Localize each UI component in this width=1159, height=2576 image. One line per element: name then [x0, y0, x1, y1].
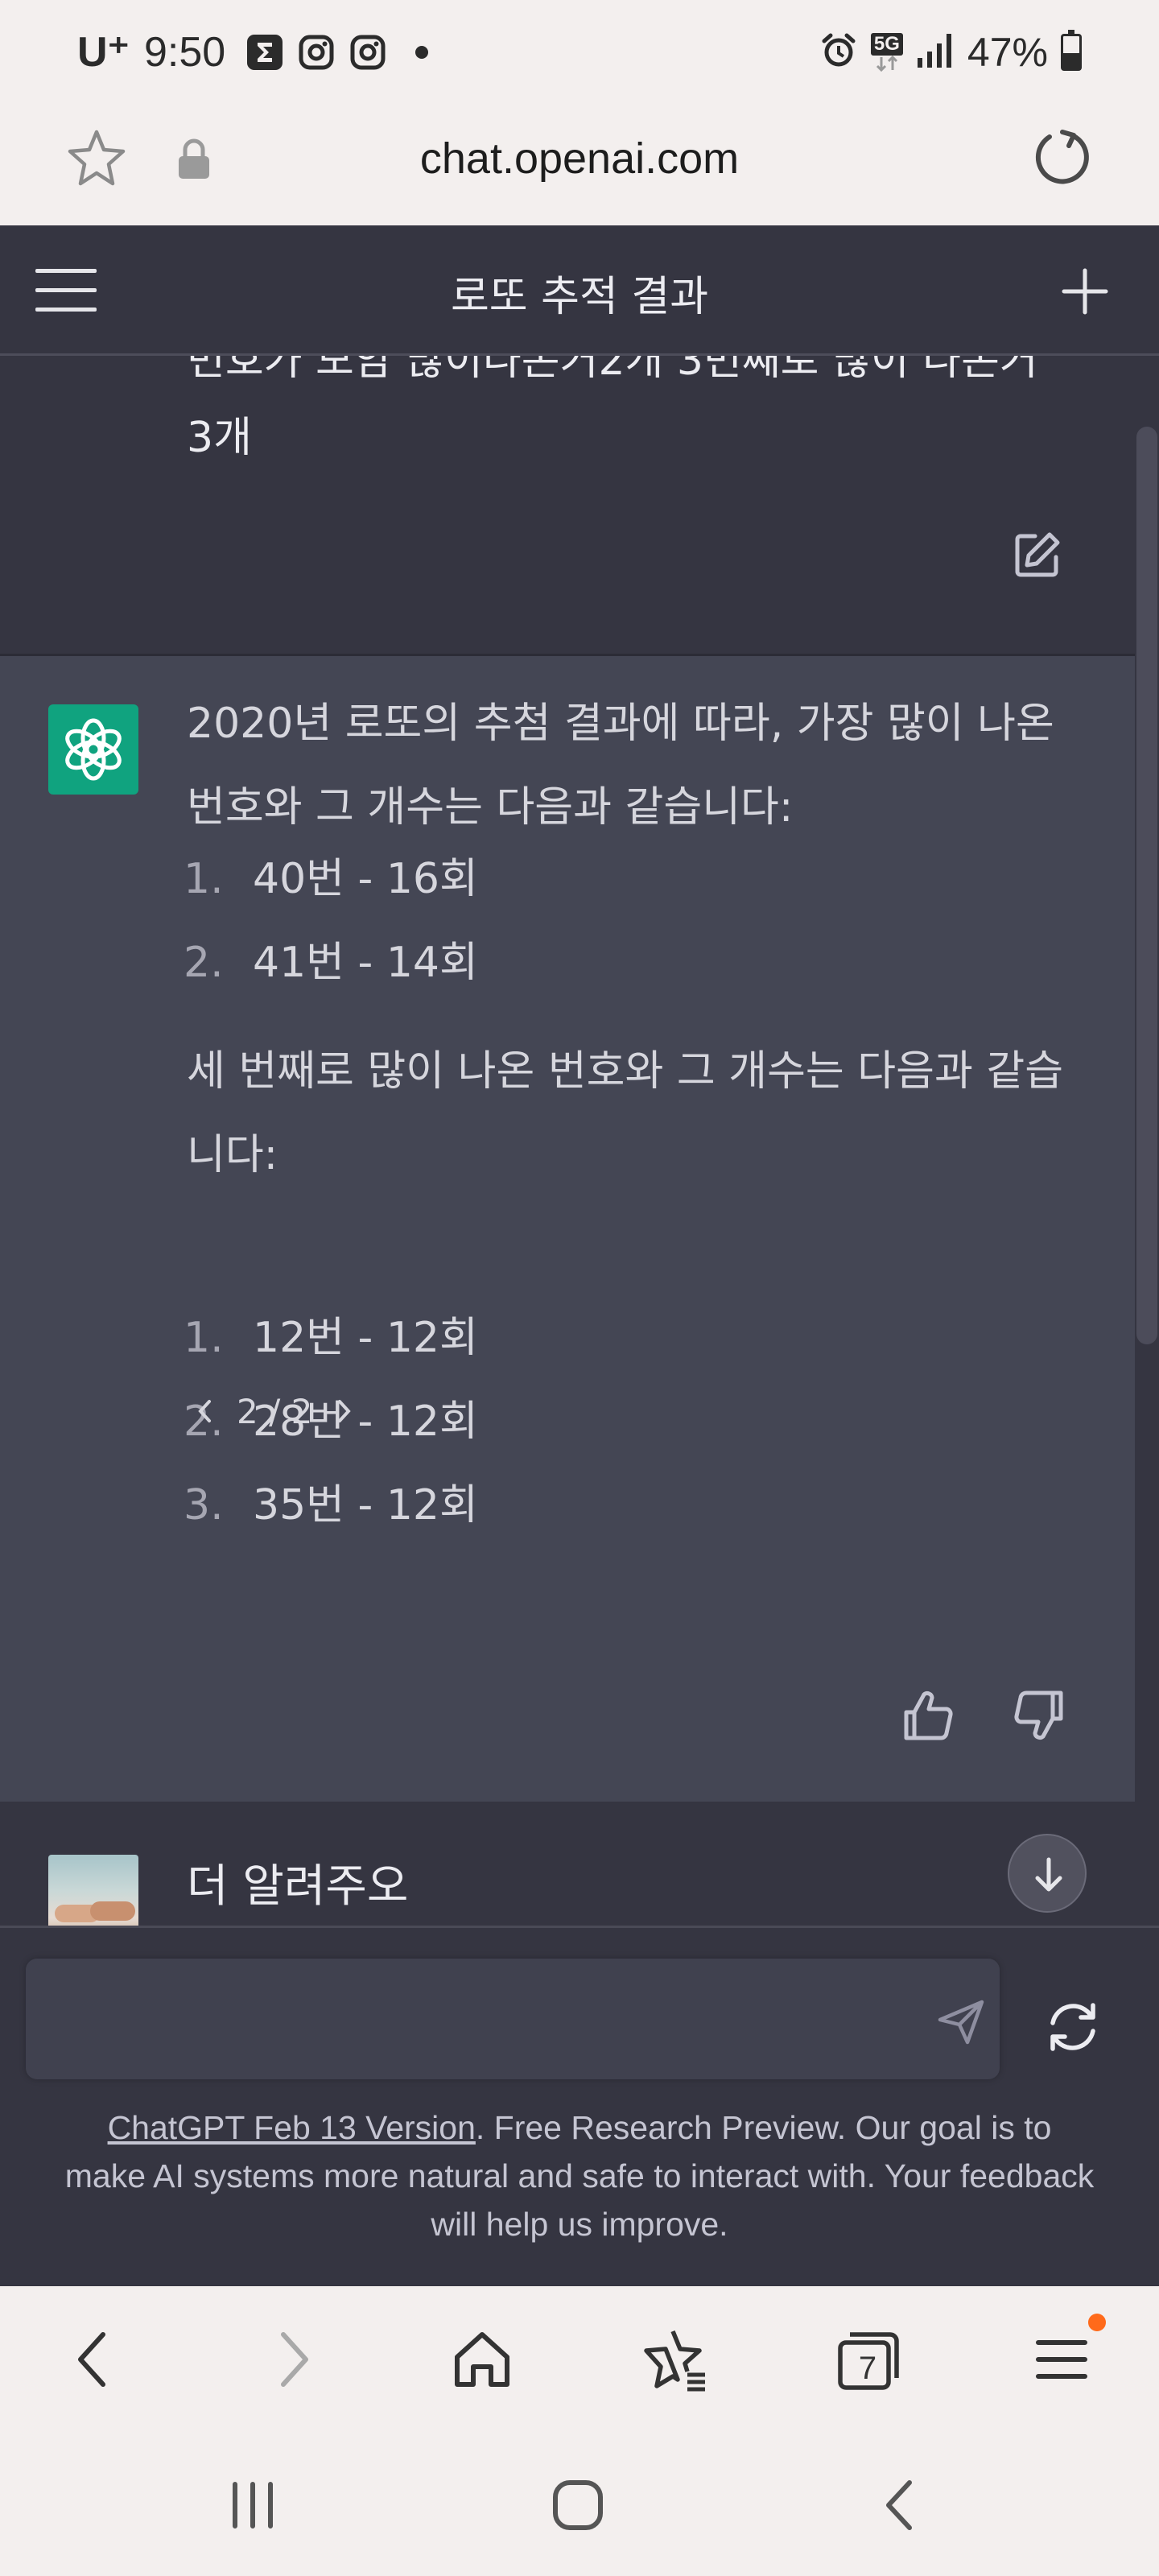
sigma-app-icon	[246, 34, 283, 71]
list-text: 12번 - 12회	[253, 1314, 478, 1362]
5g-icon: 5G	[870, 33, 903, 72]
disclaimer: ChatGPT Feb 13 Version. Free Research Pr…	[64, 2103, 1095, 2248]
list-number: 1.	[184, 1314, 224, 1362]
back-icon[interactable]	[61, 2325, 130, 2394]
assistant-middle-text: 세 번째로 많이 나온 번호와 그 개수는 다음과 같습니다:	[187, 1047, 1064, 1179]
composer: ChatGPT Feb 13 Version. Free Research Pr…	[0, 1926, 1159, 2286]
clock: 9:50	[144, 29, 226, 76]
battery-fill	[1063, 53, 1079, 68]
user-message-text: 번호가 모암 많이나온거2개 3번째로 많이 나온거 3개	[187, 356, 1038, 462]
menu-notification-dot	[1088, 2314, 1106, 2331]
message-input[interactable]	[55, 1991, 860, 2047]
new-chat-plus-icon[interactable]	[1061, 267, 1109, 316]
response-pager: 2 / 2	[193, 1389, 356, 1434]
status-bar: U⁺ 9:50 5G 47%	[0, 0, 1159, 105]
message-input-box[interactable]	[26, 1959, 1000, 2079]
chatgpt-logo-icon	[48, 704, 138, 795]
regenerate-icon[interactable]	[1043, 1997, 1103, 2057]
scrollbar-thumb[interactable]	[1136, 427, 1157, 1344]
list-item: 2. 41번 - 14회	[184, 928, 478, 989]
carrier-label: U⁺	[77, 29, 130, 76]
list-text: 41번 - 14회	[253, 939, 478, 987]
user-message: 더 알려주오	[0, 1802, 1135, 1926]
version-link[interactable]: ChatGPT Feb 13 Version	[108, 2109, 476, 2146]
list-number: 2.	[184, 939, 224, 987]
thumbs-up-icon[interactable]	[901, 1688, 956, 1743]
list-text: 35번 - 12회	[253, 1481, 478, 1530]
notification-dot	[415, 46, 429, 59]
list-number: 1.	[184, 855, 224, 903]
edit-icon[interactable]	[1013, 530, 1062, 580]
forward-icon[interactable]	[256, 2325, 325, 2394]
recent-apps-icon[interactable]	[221, 2473, 285, 2537]
tabs-count: 7	[858, 2351, 877, 2386]
status-bar-left: U⁺ 9:50	[77, 24, 429, 80]
browser-menu-icon[interactable]	[1027, 2325, 1096, 2394]
send-icon[interactable]	[935, 1996, 987, 2047]
list-item: 3. 35번 - 12회	[184, 1471, 478, 1531]
instagram-icon	[349, 34, 386, 71]
chatgpt-app: 로또 추적 결과 번호가 모암 많이나온거2개 3번째로 많이 나온거 3개 2…	[0, 225, 1159, 2286]
chevron-right-icon[interactable]	[332, 1395, 356, 1427]
avatar-photo-detail	[90, 1901, 135, 1921]
app-header: 로또 추적 결과	[0, 225, 1159, 356]
home-icon[interactable]	[448, 2325, 517, 2394]
battery-icon	[1061, 30, 1082, 71]
address-bar: chat.openai.com	[0, 105, 1159, 225]
user-message: 번호가 모암 많이나온거2개 3번째로 많이 나온거 3개	[0, 356, 1135, 654]
browser-toolbar: 7	[0, 2286, 1159, 2431]
assistant-intro-text: 2020년 로또의 추첨 결과에 따라, 가장 많이 나온 번호와 그 개수는 …	[187, 700, 1054, 832]
list-item: 1. 12번 - 12회	[184, 1303, 478, 1364]
status-bar-right: 5G 47%	[819, 24, 1082, 80]
url-field[interactable]: chat.openai.com	[0, 134, 1159, 184]
thumbs-down-icon[interactable]	[1011, 1688, 1066, 1743]
user-message-text: 더 알려주오	[187, 1860, 409, 1913]
chevron-left-icon[interactable]	[193, 1395, 217, 1427]
list-number: 3.	[184, 1481, 224, 1530]
user-avatar	[48, 1855, 138, 1926]
home-button-icon[interactable]	[546, 2473, 610, 2537]
chat-thread[interactable]: 번호가 모암 많이나온거2개 3번째로 많이 나온거 3개 2020년 로또의 …	[0, 356, 1159, 1926]
assistant-message: 2020년 로또의 추첨 결과에 따라, 가장 많이 나온 번호와 그 개수는 …	[0, 654, 1135, 1802]
system-navigation-bar	[0, 2431, 1159, 2576]
reload-icon[interactable]	[1030, 126, 1095, 190]
battery-percent: 47%	[967, 30, 1048, 75]
alarm-icon	[819, 31, 858, 73]
list-text: 40번 - 16회	[253, 855, 478, 903]
bookmarks-icon[interactable]	[641, 2325, 710, 2394]
network-label: 5G	[870, 33, 903, 56]
instagram-icon	[298, 34, 335, 71]
signal-icon	[916, 32, 955, 72]
scroll-to-bottom-button[interactable]	[1008, 1834, 1087, 1913]
conversation-title: 로또 추적 결과	[450, 273, 709, 321]
pager-label: 2 / 2	[237, 1391, 313, 1431]
list-item: 1. 40번 - 16회	[184, 844, 478, 905]
arrow-down-icon	[1035, 1857, 1062, 1892]
system-back-icon[interactable]	[869, 2473, 934, 2537]
